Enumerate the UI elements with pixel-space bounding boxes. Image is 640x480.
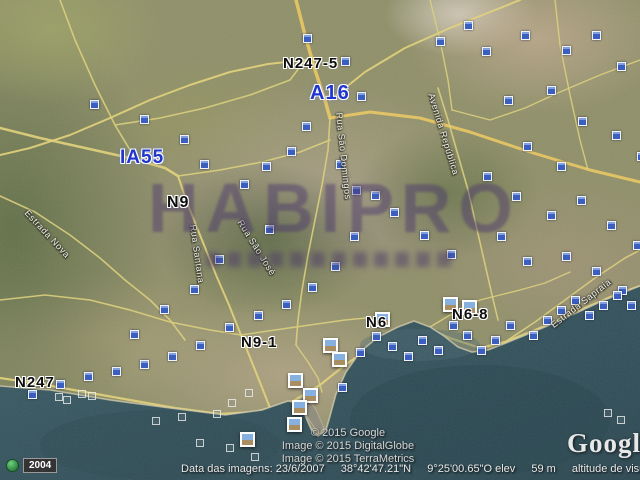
attribution-google: © 2015 Google bbox=[248, 427, 448, 440]
status-bar: Data das imagens: 23/6/2007 38°42'47.21"… bbox=[181, 463, 640, 475]
road-label-n9-1: N9-1 bbox=[241, 334, 278, 351]
elevation-readout: 59 m bbox=[531, 463, 555, 475]
road-label-n6-8: N6-8 bbox=[452, 306, 489, 323]
imagery-year-badge[interactable]: 2004 bbox=[23, 458, 57, 473]
road-label-ia55: IA55 bbox=[120, 147, 164, 169]
google-earth-viewport[interactable]: Estrada NovaAvenida RepúblicaRua Santana… bbox=[0, 0, 640, 480]
map-attribution: © 2015 Google Image © 2015 DigitalGlobe … bbox=[248, 427, 448, 466]
imagery-date: Data das imagens: 23/6/2007 bbox=[181, 463, 325, 475]
road-label-a16: A16 bbox=[310, 82, 350, 105]
road-label-n6: N6 bbox=[366, 314, 387, 331]
view-altitude-label: altitude de visualização bbox=[572, 463, 640, 475]
road-label-n247-5: N247-5 bbox=[283, 55, 338, 72]
road-label-layer: N247-5 A16 IA55 N9 N9-1 N6 N6-8 N247 bbox=[0, 0, 640, 480]
clock-icon bbox=[6, 459, 19, 472]
google-logo: Google bbox=[567, 428, 640, 459]
attribution-digitalglobe: Image © 2015 DigitalGlobe bbox=[248, 440, 448, 453]
longitude-readout: 9°25'00.65"O elev bbox=[427, 463, 515, 475]
road-label-n9: N9 bbox=[167, 194, 189, 212]
latitude-readout: 38°42'47.21"N bbox=[341, 463, 411, 475]
road-label-n247: N247 bbox=[15, 374, 55, 391]
time-slider-indicator[interactable]: 2004 bbox=[6, 458, 57, 473]
